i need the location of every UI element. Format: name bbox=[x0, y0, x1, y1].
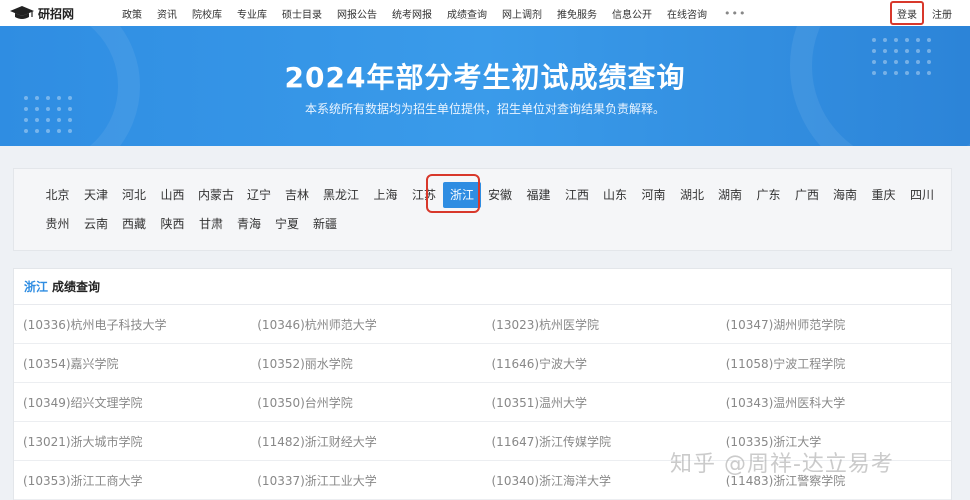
university-link[interactable]: (11646)宁波大学 bbox=[483, 355, 717, 372]
university-row: (10349)绍兴文理学院 (10350)台州学院 (10351)温州大学 (1… bbox=[14, 383, 951, 422]
university-link[interactable]: (10352)丽水学院 bbox=[248, 355, 482, 372]
province-neimenggu[interactable]: 内蒙古 bbox=[192, 182, 240, 208]
province-hubei[interactable]: 湖北 bbox=[673, 182, 711, 208]
graduation-cap-icon bbox=[10, 6, 34, 19]
hero-banner: 2024年部分考生初试成绩查询 本系统所有数据均为招生单位提供，招生单位对查询结… bbox=[0, 26, 970, 146]
register-link[interactable]: 注册 bbox=[932, 6, 952, 21]
province-hunan[interactable]: 湖南 bbox=[711, 182, 749, 208]
nav-item-schools[interactable]: 院校库 bbox=[192, 6, 222, 21]
results-province-name: 浙江 bbox=[24, 280, 49, 294]
university-link[interactable]: (10335)浙江大学 bbox=[717, 433, 951, 450]
results-heading: 成绩查询 bbox=[52, 280, 101, 294]
province-henan[interactable]: 河南 bbox=[634, 182, 673, 208]
province-shandong[interactable]: 山东 bbox=[596, 182, 634, 208]
university-link[interactable]: (10353)浙江工商大学 bbox=[14, 472, 248, 489]
nav-item-recommendation[interactable]: 推免服务 bbox=[557, 6, 597, 21]
university-link[interactable]: (11483)浙江警察学院 bbox=[717, 472, 951, 489]
site-logo[interactable]: 研招网 bbox=[10, 5, 105, 22]
page-subtitle: 本系统所有数据均为招生单位提供，招生单位对查询结果负责解释。 bbox=[304, 102, 665, 116]
university-link[interactable]: (13021)浙大城市学院 bbox=[14, 433, 248, 450]
university-link[interactable]: (10336)杭州电子科技大学 bbox=[14, 316, 248, 333]
university-link[interactable]: (13023)杭州医学院 bbox=[483, 316, 717, 333]
province-heilongjiang[interactable]: 黑龙江 bbox=[316, 182, 366, 208]
results-panel: 浙江 成绩查询 (10336)杭州电子科技大学 (10346)杭州师范大学 (1… bbox=[13, 268, 952, 500]
province-shanxi[interactable]: 山西 bbox=[153, 182, 192, 208]
nav-item-info-disclosure[interactable]: 信息公开 bbox=[612, 6, 652, 21]
nav-item-registration-notice[interactable]: 网报公告 bbox=[337, 6, 377, 21]
province-jiangxi[interactable]: 江西 bbox=[558, 182, 596, 208]
university-link[interactable]: (10340)浙江海洋大学 bbox=[483, 472, 717, 489]
university-row: (10336)杭州电子科技大学 (10346)杭州师范大学 (13023)杭州医… bbox=[14, 305, 951, 344]
more-menu-icon[interactable]: ••• bbox=[724, 7, 746, 20]
province-liaoning[interactable]: 辽宁 bbox=[240, 182, 278, 208]
university-link[interactable]: (10354)嘉兴学院 bbox=[14, 355, 248, 372]
province-guangxi[interactable]: 广西 bbox=[788, 182, 826, 208]
province-guangdong[interactable]: 广东 bbox=[749, 182, 788, 208]
nav-item-majors[interactable]: 专业库 bbox=[237, 6, 267, 21]
university-row: (10354)嘉兴学院 (10352)丽水学院 (11646)宁波大学 (110… bbox=[14, 344, 951, 383]
logo-text: 研招网 bbox=[38, 6, 75, 21]
university-link[interactable]: (10350)台州学院 bbox=[248, 394, 482, 411]
province-qinghai[interactable]: 青海 bbox=[230, 211, 268, 237]
province-jilin[interactable]: 吉林 bbox=[278, 182, 316, 208]
university-list: (10336)杭州电子科技大学 (10346)杭州师范大学 (13023)杭州医… bbox=[14, 305, 951, 500]
province-beijing[interactable]: 北京 bbox=[38, 182, 77, 208]
university-link[interactable]: (11482)浙江财经大学 bbox=[248, 433, 482, 450]
province-xizang[interactable]: 西藏 bbox=[115, 211, 153, 237]
university-link[interactable]: (11647)浙江传媒学院 bbox=[483, 433, 717, 450]
province-jiangsu[interactable]: 江苏 bbox=[405, 182, 443, 208]
nav-item-score-query[interactable]: 成绩查询 bbox=[447, 6, 487, 21]
university-link[interactable]: (10337)浙江工业大学 bbox=[248, 472, 482, 489]
nav-item-adjustment[interactable]: 网上调剂 bbox=[502, 6, 542, 21]
university-row: (13021)浙大城市学院 (11482)浙江财经大学 (11647)浙江传媒学… bbox=[14, 422, 951, 461]
nav-item-news[interactable]: 资讯 bbox=[157, 6, 177, 21]
university-row: (10353)浙江工商大学 (10337)浙江工业大学 (10340)浙江海洋大… bbox=[14, 461, 951, 500]
province-shaanxi[interactable]: 陕西 bbox=[153, 211, 192, 237]
university-link[interactable]: (10343)温州医科大学 bbox=[717, 394, 951, 411]
province-row: 贵州 云南 西藏 陕西 甘肃 青海 宁夏 新疆 bbox=[38, 211, 344, 237]
province-xinjiang[interactable]: 新疆 bbox=[306, 211, 344, 237]
province-hainan[interactable]: 海南 bbox=[826, 182, 864, 208]
province-shanghai[interactable]: 上海 bbox=[366, 182, 405, 208]
main-menu: 政策 资讯 院校库 专业库 硕士目录 网报公告 统考网报 成绩查询 网上调剂 推… bbox=[122, 6, 746, 21]
province-chongqing[interactable]: 重庆 bbox=[864, 182, 903, 208]
login-button[interactable]: 登录 bbox=[890, 1, 924, 25]
university-link[interactable]: (10346)杭州师范大学 bbox=[248, 316, 482, 333]
nav-item-online-consult[interactable]: 在线咨询 bbox=[667, 6, 707, 21]
province-guizhou[interactable]: 贵州 bbox=[38, 211, 77, 237]
province-ningxia[interactable]: 宁夏 bbox=[268, 211, 306, 237]
nav-item-masters-catalog[interactable]: 硕士目录 bbox=[282, 6, 322, 21]
province-anhui[interactable]: 安徽 bbox=[481, 182, 519, 208]
nav-item-exam-registration[interactable]: 统考网报 bbox=[392, 6, 432, 21]
university-link[interactable]: (10351)温州大学 bbox=[483, 394, 717, 411]
nav-item-policy[interactable]: 政策 bbox=[122, 6, 142, 21]
university-link[interactable]: (10347)湖州师范学院 bbox=[717, 316, 951, 333]
province-tianjin[interactable]: 天津 bbox=[77, 182, 115, 208]
province-fujian[interactable]: 福建 bbox=[519, 182, 558, 208]
province-gansu[interactable]: 甘肃 bbox=[192, 211, 230, 237]
top-nav: 研招网 政策 资讯 院校库 专业库 硕士目录 网报公告 统考网报 成绩查询 网上… bbox=[0, 0, 970, 26]
province-row: 北京 天津 河北 山西 内蒙古 辽宁 吉林 黑龙江 上海 江苏 浙江 安徽 福建… bbox=[38, 182, 941, 208]
university-link[interactable]: (11058)宁波工程学院 bbox=[717, 355, 951, 372]
province-yunnan[interactable]: 云南 bbox=[77, 211, 115, 237]
province-hebei[interactable]: 河北 bbox=[115, 182, 153, 208]
results-header: 浙江 成绩查询 bbox=[14, 269, 951, 305]
page-title: 2024年部分考生初试成绩查询 bbox=[284, 61, 686, 94]
province-zhejiang-selected[interactable]: 浙江 bbox=[443, 182, 481, 208]
university-link[interactable]: (10349)绍兴文理学院 bbox=[14, 394, 248, 411]
province-sichuan[interactable]: 四川 bbox=[903, 182, 941, 208]
province-selector: 北京 天津 河北 山西 内蒙古 辽宁 吉林 黑龙江 上海 江苏 浙江 安徽 福建… bbox=[13, 168, 952, 251]
